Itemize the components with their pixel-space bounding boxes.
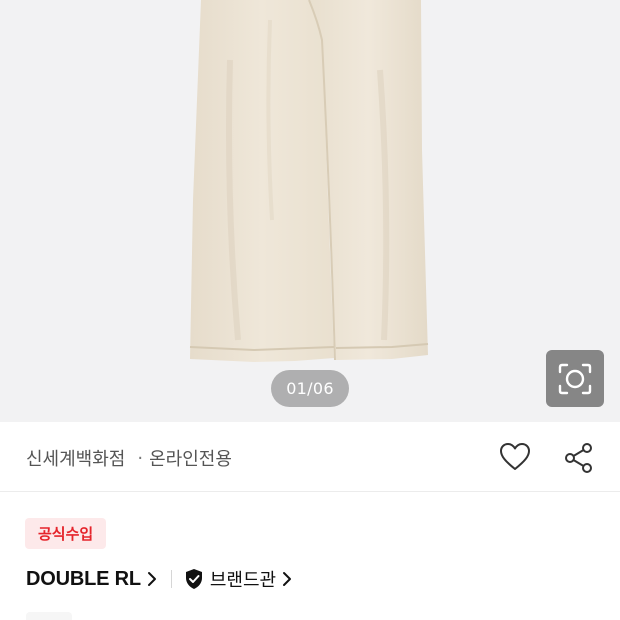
brand-name-link[interactable]: DOUBLE RL bbox=[26, 568, 141, 591]
product-info-row: 신세계백화점 · 온라인전용 bbox=[0, 422, 620, 492]
chevron-right-icon[interactable] bbox=[282, 571, 292, 587]
like-button[interactable] bbox=[497, 440, 533, 474]
share-icon bbox=[565, 443, 592, 473]
heart-icon bbox=[500, 443, 530, 470]
seller-tag: 온라인전용 bbox=[149, 449, 232, 470]
chevron-right-icon[interactable] bbox=[147, 571, 157, 587]
shield-check-icon bbox=[184, 568, 204, 590]
brandhall-link[interactable]: 브랜드관 bbox=[210, 566, 276, 592]
image-search-icon bbox=[558, 363, 592, 394]
seller-name[interactable]: 신세계백화점 bbox=[26, 445, 125, 471]
share-button[interactable] bbox=[561, 440, 597, 476]
official-import-badge: 공식수입 bbox=[25, 518, 107, 549]
product-image-gallery[interactable]: 01/06 bbox=[0, 0, 620, 422]
next-section-peek bbox=[26, 612, 72, 620]
seller-info: 신세계백화점 · 온라인전용 bbox=[26, 445, 232, 471]
image-search-button[interactable] bbox=[546, 350, 604, 407]
image-page-indicator: 01/06 bbox=[271, 370, 349, 407]
brand-row: DOUBLE RL 브랜드관 bbox=[26, 566, 292, 592]
product-image bbox=[189, 0, 429, 362]
brand-divider bbox=[170, 570, 172, 588]
separator-dot: · bbox=[137, 447, 144, 469]
